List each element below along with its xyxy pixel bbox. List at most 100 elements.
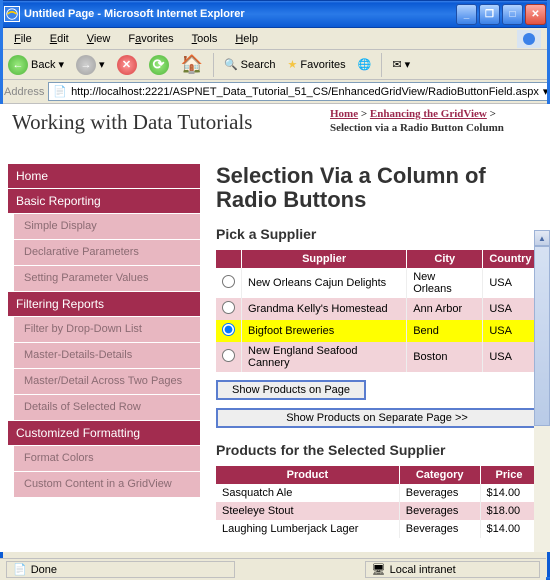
sidebar-item[interactable]: Setting Parameter Values <box>14 265 200 291</box>
sidebar-category[interactable]: Basic Reporting <box>8 188 200 213</box>
menu-file[interactable]: File <box>6 31 40 47</box>
sidebar-item[interactable]: Master/Detail Across Two Pages <box>14 368 200 394</box>
mail-button[interactable]: ✉▾ <box>388 56 414 73</box>
chevron-down-icon: ▾ <box>99 58 105 71</box>
sidebar-category[interactable]: Customized Formatting <box>8 420 200 445</box>
show-products-separate-page-button[interactable]: Show Products on Separate Page >> <box>216 408 538 428</box>
sidebar-item[interactable]: Format Colors <box>14 445 200 471</box>
sidebar-item[interactable]: Declarative Parameters <box>14 239 200 265</box>
supplier-name: Bigfoot Breweries <box>242 320 407 342</box>
menu-help[interactable]: Help <box>227 31 266 47</box>
window-titlebar: Untitled Page - Microsoft Internet Explo… <box>0 0 550 28</box>
breadcrumb-home[interactable]: Home <box>330 108 358 120</box>
show-products-on-page-button[interactable]: Show Products on Page <box>216 380 366 400</box>
sidebar-item[interactable]: Master-Details-Details <box>14 342 200 368</box>
ie-icon <box>4 6 20 22</box>
refresh-button[interactable]: ⟳ <box>145 53 173 77</box>
scrollbar-thumb[interactable] <box>534 246 550 426</box>
supplier-row: New England Seafood CanneryBostonUSA <box>216 342 538 372</box>
address-bar: Address 📄 http://localhost:2221/ASPNET_D… <box>0 80 550 104</box>
forward-button[interactable]: → ▾ <box>72 53 109 77</box>
favorites-button[interactable]: ★ Favorites <box>284 56 350 73</box>
restore-button[interactable]: ❐ <box>479 4 500 25</box>
supplier-country: USA <box>483 320 538 342</box>
suppliers-grid: Supplier City Country New Orleans Cajun … <box>216 250 538 372</box>
product-row: Sasquatch AleBeverages$14.00 <box>216 484 538 502</box>
breadcrumb: Home > Enhancing the GridView > Selectio… <box>330 107 535 135</box>
home-button[interactable]: 🏠 <box>177 52 207 77</box>
supplier-radio[interactable] <box>222 349 235 362</box>
zone-text: Local intranet <box>390 564 456 576</box>
col-category: Category <box>399 466 480 484</box>
media-button[interactable]: 🌐 <box>354 56 376 73</box>
product-price: $14.00 <box>480 520 537 538</box>
sidebar-item[interactable]: Filter by Drop-Down List <box>14 316 200 342</box>
minimize-button[interactable]: _ <box>456 4 477 25</box>
supplier-radio[interactable] <box>222 275 235 288</box>
window-title: Untitled Page - Microsoft Internet Explo… <box>24 8 456 20</box>
back-arrow-icon: ← <box>8 55 28 75</box>
supplier-city: New Orleans <box>407 268 483 298</box>
back-button[interactable]: ← Back ▾ <box>4 53 68 77</box>
home-icon: 🏠 <box>181 54 203 75</box>
sidebar-category[interactable]: Filtering Reports <box>8 291 200 316</box>
address-input[interactable]: 📄 http://localhost:2221/ASPNET_Data_Tuto… <box>48 82 550 101</box>
product-name: Steeleye Stout <box>216 502 399 520</box>
supplier-city: Bend <box>407 320 483 342</box>
pick-supplier-heading: Pick a Supplier <box>216 226 538 242</box>
supplier-name: Grandma Kelly's Homestead <box>242 298 407 320</box>
maximize-button[interactable]: □ <box>502 4 523 25</box>
product-category: Beverages <box>399 484 480 502</box>
mail-icon: ✉ <box>392 58 401 71</box>
breadcrumb-current: Selection via a Radio Button Column <box>330 122 504 134</box>
toolbar: ← Back ▾ → ▾ ✕ ⟳ 🏠 🔍 Search ★ Favorites … <box>0 50 550 80</box>
zone-icon: 🖥 <box>372 563 386 576</box>
status-text: Done <box>31 564 57 576</box>
sidebar: HomeBasic ReportingSimple DisplayDeclara… <box>8 164 200 552</box>
stop-button[interactable]: ✕ <box>113 53 141 77</box>
scroll-up-button[interactable]: ▲ <box>534 230 550 246</box>
supplier-country: USA <box>483 268 538 298</box>
vertical-scrollbar[interactable]: ▲ ▼ <box>534 230 550 552</box>
page-done-icon: 📄 <box>13 563 27 576</box>
product-name: Laughing Lumberjack Lager <box>216 520 399 538</box>
address-label: Address <box>4 86 44 98</box>
products-grid: Product Category Price Sasquatch AleBeve… <box>216 466 538 538</box>
search-button[interactable]: 🔍 Search <box>220 56 280 73</box>
menubar: File Edit View Favorites Tools Help <box>0 28 550 50</box>
menu-edit[interactable]: Edit <box>42 31 77 47</box>
star-icon: ★ <box>288 58 298 71</box>
product-name: Sasquatch Ale <box>216 484 399 502</box>
chevron-down-icon: ▾ <box>405 58 411 71</box>
ie-logo-icon <box>514 29 544 49</box>
sidebar-item[interactable]: Simple Display <box>14 213 200 239</box>
page-icon: 📄 <box>53 85 67 98</box>
forward-arrow-icon: → <box>76 55 96 75</box>
close-button[interactable]: ✕ <box>525 4 546 25</box>
menu-view[interactable]: View <box>79 31 119 47</box>
supplier-radio[interactable] <box>222 323 235 336</box>
search-icon: 🔍 <box>224 58 238 71</box>
sidebar-item[interactable]: Custom Content in a GridView <box>14 471 200 497</box>
main-content: Selection Via a Column of Radio Buttons … <box>200 164 550 552</box>
sidebar-item[interactable]: Details of Selected Row <box>14 394 200 420</box>
media-icon: 🌐 <box>358 58 372 71</box>
supplier-row: New Orleans Cajun DelightsNew OrleansUSA <box>216 268 538 298</box>
product-price: $18.00 <box>480 502 537 520</box>
col-price: Price <box>480 466 537 484</box>
products-heading: Products for the Selected Supplier <box>216 442 538 458</box>
supplier-city: Boston <box>407 342 483 372</box>
supplier-country: USA <box>483 342 538 372</box>
supplier-name: New Orleans Cajun Delights <box>242 268 407 298</box>
product-row: Steeleye StoutBeverages$18.00 <box>216 502 538 520</box>
sidebar-category[interactable]: Home <box>8 164 200 188</box>
product-category: Beverages <box>399 502 480 520</box>
supplier-name: New England Seafood Cannery <box>242 342 407 372</box>
statusbar: 📄 Done 🖥 Local intranet <box>0 558 546 580</box>
supplier-radio[interactable] <box>222 301 235 314</box>
supplier-row: Grandma Kelly's HomesteadAnn ArborUSA <box>216 298 538 320</box>
menu-favorites[interactable]: Favorites <box>120 31 181 47</box>
menu-tools[interactable]: Tools <box>184 31 226 47</box>
site-title: Working with Data Tutorials <box>12 110 252 135</box>
breadcrumb-enhancing[interactable]: Enhancing the GridView <box>370 108 487 120</box>
